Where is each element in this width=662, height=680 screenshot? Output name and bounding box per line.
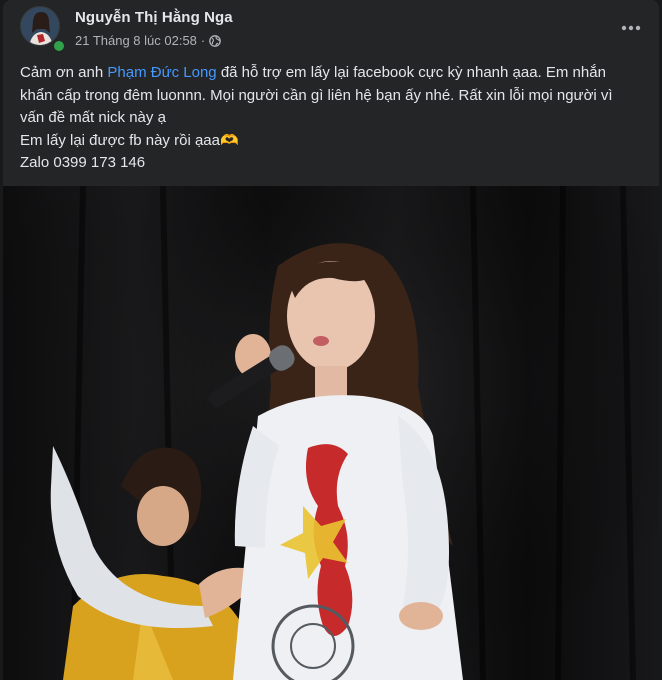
meta-separator: · xyxy=(200,33,206,48)
online-status-dot xyxy=(52,39,66,53)
post-timestamp[interactable]: 21 Tháng 8 lúc 02:58 xyxy=(75,33,197,48)
globe-icon[interactable] xyxy=(209,35,222,47)
more-options-button[interactable] xyxy=(617,14,645,42)
post-body: Cảm ơn anh Phạm Đức Long đã hỗ trợ em lấ… xyxy=(20,62,640,175)
mention-link[interactable]: Phạm Đức Long xyxy=(107,64,216,81)
post-meta: 21 Tháng 8 lúc 02:58 · xyxy=(75,33,222,48)
post-header: Nguyễn Thị Hằng Nga 21 Tháng 8 lúc 02:58… xyxy=(3,0,659,56)
post-paragraph-3: Zalo 0399 173 146 xyxy=(20,154,146,171)
post-card: Nguyễn Thị Hằng Nga 21 Tháng 8 lúc 02:58… xyxy=(3,0,659,680)
author-name[interactable]: Nguyễn Thị Hằng Nga xyxy=(75,9,233,26)
post-text-intro: Cảm ơn anh xyxy=(20,64,108,81)
post-photo[interactable] xyxy=(3,186,659,680)
post-paragraph-2: Em lấy lại được fb này rồi ạaa🫶 xyxy=(20,131,239,149)
more-options-icon xyxy=(621,25,641,31)
post-paragraph-1: Cảm ơn anh Phạm Đức Long đã hỗ trợ em lấ… xyxy=(20,62,640,130)
